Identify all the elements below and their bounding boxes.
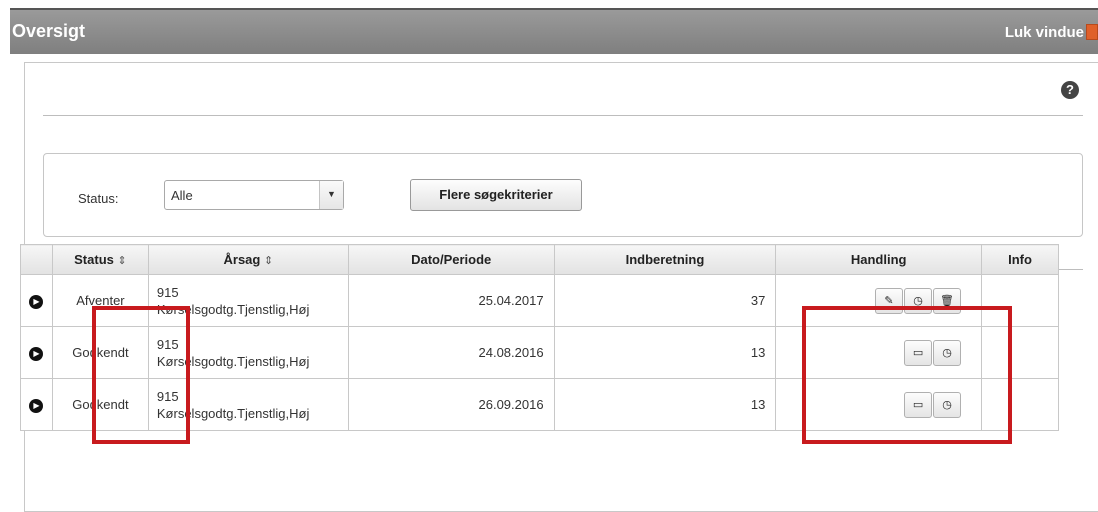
arsag-text: Kørselsgodtg.Tjenstlig,Høj <box>156 405 310 421</box>
col-arsag[interactable]: Årsag ⇕ <box>147 244 349 275</box>
divider <box>43 115 1083 116</box>
history-button[interactable]: ◷ <box>933 391 962 418</box>
row-actions: ✎ ◷ 🗑 <box>775 274 983 327</box>
table-header-row: Status ⇕ Årsag ⇕ Dato/Periode Indberetni… <box>20 244 1059 275</box>
row-arsag: 915 Kørselsgodtg.Tjenstlig,Høj <box>147 326 349 379</box>
comment-button[interactable]: ▭ <box>904 391 933 418</box>
close-icon[interactable] <box>1086 24 1098 40</box>
row-dato: 26.09.2016 <box>347 378 555 431</box>
table-row: ▶ Godkendt 915 Kørselsgodtg.Tjenstlig,Høj… <box>20 378 1059 431</box>
close-window-link[interactable]: Luk vindue <box>1005 24 1084 41</box>
clock-icon: ◷ <box>913 294 923 307</box>
history-button[interactable]: ◷ <box>933 339 962 366</box>
col-status[interactable]: Status ⇕ <box>51 244 149 275</box>
arsag-code: 915 <box>156 284 179 300</box>
row-info <box>981 274 1059 327</box>
window-title: Oversigt <box>12 21 86 41</box>
row-arsag: 915 Kørselsgodtg.Tjenstlig,Høj <box>147 274 349 327</box>
sort-icon[interactable]: ⇕ <box>118 255 127 267</box>
row-info <box>981 378 1059 431</box>
edit-icon: ✎ <box>884 294 894 307</box>
report-table: Status ⇕ Årsag ⇕ Dato/Periode Indberetni… <box>20 244 1059 431</box>
edit-button[interactable]: ✎ <box>875 287 904 314</box>
help-icon[interactable]: ? <box>1061 81 1079 99</box>
status-select-value: Alle <box>171 188 193 203</box>
clock-icon: ◷ <box>942 398 952 411</box>
arsag-code: 915 <box>156 336 179 352</box>
trash-icon: 🗑 <box>940 294 955 307</box>
row-indberetning: 13 <box>553 378 777 431</box>
clock-icon: ◷ <box>942 346 952 359</box>
table-row: ▶ Godkendt 915 Kørselsgodtg.Tjenstlig,Høj… <box>20 326 1059 379</box>
comment-icon: ▭ <box>912 398 924 411</box>
col-arsag-label: Årsag <box>223 252 261 267</box>
col-handling: Handling <box>775 244 983 275</box>
sort-icon[interactable]: ⇕ <box>264 255 273 267</box>
row-status: Godkendt <box>51 326 149 379</box>
row-dato: 24.08.2016 <box>347 326 555 379</box>
row-indberetning: 37 <box>553 274 777 327</box>
row-status: Afventer <box>51 274 149 327</box>
status-filter-label: Status: <box>78 191 119 206</box>
expand-row-icon[interactable]: ▶ <box>29 347 44 361</box>
table-row: ▶ Afventer 915 Kørselsgodtg.Tjenstlig,Høj… <box>20 274 1059 327</box>
expand-row-icon[interactable]: ▶ <box>29 399 44 413</box>
chevron-down-icon[interactable]: ▼ <box>319 181 343 209</box>
col-indberetning: Indberetning <box>553 244 777 275</box>
expand-row-icon[interactable]: ▶ <box>29 295 44 309</box>
arsag-text: Kørselsgodtg.Tjenstlig,Høj <box>156 353 310 369</box>
row-arsag: 915 Kørselsgodtg.Tjenstlig,Høj <box>147 378 349 431</box>
history-button[interactable]: ◷ <box>904 287 933 314</box>
status-select[interactable]: Alle ▼ <box>164 180 344 210</box>
row-dato: 25.04.2017 <box>347 274 555 327</box>
comment-icon: ▭ <box>912 346 924 359</box>
comment-button[interactable]: ▭ <box>904 339 933 366</box>
row-indberetning: 13 <box>553 326 777 379</box>
col-expand <box>20 244 53 275</box>
window-titlebar: Oversigt Luk vindue <box>10 8 1098 54</box>
col-dato: Dato/Periode <box>347 244 555 275</box>
more-criteria-button[interactable]: Flere søgekriterier <box>410 179 582 211</box>
row-info <box>981 326 1059 379</box>
delete-button[interactable]: 🗑 <box>933 287 962 314</box>
row-actions: ▭ ◷ <box>775 326 983 379</box>
arsag-text: Kørselsgodtg.Tjenstlig,Høj <box>156 301 310 317</box>
col-info: Info <box>981 244 1059 275</box>
row-actions: ▭ ◷ <box>775 378 983 431</box>
row-status: Godkendt <box>51 378 149 431</box>
filter-box: Status: Alle ▼ Flere søgekriterier <box>43 153 1083 237</box>
col-status-label: Status <box>74 252 114 267</box>
arsag-code: 915 <box>156 388 179 404</box>
